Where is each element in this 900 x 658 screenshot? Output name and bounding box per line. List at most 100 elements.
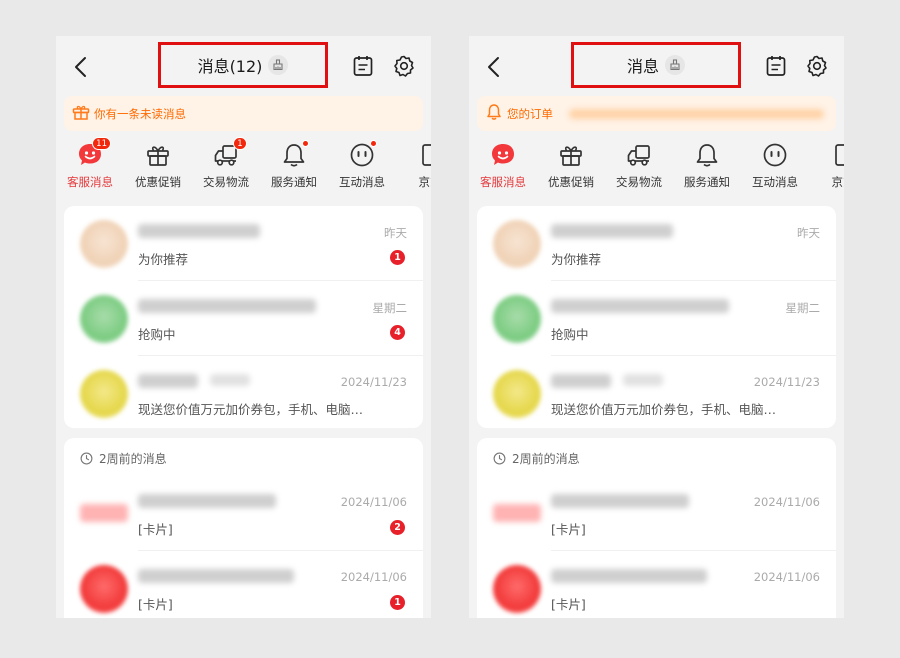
back-arrow-icon[interactable] xyxy=(70,54,92,80)
avatar xyxy=(493,370,541,418)
avatar xyxy=(80,370,128,418)
older-messages-card: 2周前的消息 2024/11/06 [卡片] 2024/11/06 [卡片] xyxy=(477,438,836,618)
avatar xyxy=(493,565,541,613)
message-row[interactable]: 星期二 抢购中 xyxy=(477,281,836,355)
blurred-sender-name xyxy=(138,569,294,583)
avatar xyxy=(80,504,128,522)
gear-icon[interactable] xyxy=(805,54,829,78)
message-row[interactable]: 2024/11/06 [卡片] 1 xyxy=(64,551,423,618)
category-tab[interactable]: 交易物流 xyxy=(605,140,673,196)
unread-count-badge: 1 xyxy=(390,595,405,610)
message-row[interactable]: 星期二抢购中 4 xyxy=(64,281,423,355)
smile-chat-icon: 11 xyxy=(75,137,111,170)
category-tab[interactable]: 服务通知 xyxy=(260,140,328,196)
message-preview: 抢购中 xyxy=(138,327,176,342)
category-tab[interactable]: 互动消息 xyxy=(328,140,396,196)
page-title: 消息(12) xyxy=(197,57,263,76)
message-row[interactable]: 2024/11/23 现送您价值万元加价券包，手机、电脑… xyxy=(477,356,836,430)
message-preview: 为你推荐 xyxy=(551,252,602,267)
message-row[interactable]: 昨天为你推荐 xyxy=(477,206,836,280)
doc-icon xyxy=(415,140,431,170)
message-row[interactable]: 2024/11/06 [卡片] xyxy=(477,551,836,618)
message-time: 昨天 xyxy=(384,226,407,240)
category-tab[interactable]: 11 客服消息 xyxy=(56,137,124,196)
message-row[interactable]: 2024/11/06 [卡片] 2 xyxy=(64,476,423,550)
top-bar: 消息(12) xyxy=(56,36,431,98)
avatar xyxy=(80,220,128,268)
title-highlight-box: 消息 xyxy=(571,42,741,88)
message-time: 昨天 xyxy=(797,226,820,240)
message-preview: 为你推荐 xyxy=(138,252,189,267)
blurred-sender-name xyxy=(138,494,276,508)
category-label: 服务通知 xyxy=(271,175,317,189)
message-preview: [卡片] xyxy=(138,597,173,612)
back-arrow-icon[interactable] xyxy=(483,54,505,80)
avatar xyxy=(80,565,128,613)
blurred-sender-name xyxy=(551,374,611,388)
older-messages-card: 2周前的消息 2024/11/06 [卡片] 2 2024/11/06 [卡片] 1 xyxy=(64,438,423,618)
unread-dot xyxy=(302,140,309,147)
category-tab[interactable]: 京东 xyxy=(809,140,844,196)
category-tab[interactable]: 优惠促销 xyxy=(537,140,605,196)
message-preview: 现送您价值万元加价券包，手机、电脑… xyxy=(138,402,364,417)
blurred-sender-name xyxy=(551,494,689,508)
category-bar: 11 客服消息 优惠促销 1 交易物流 服务通知 互动消息 京东 xyxy=(56,137,431,196)
bell-icon xyxy=(279,140,309,170)
message-row[interactable]: 昨天为你推荐 1 xyxy=(64,206,423,280)
avatar xyxy=(493,504,541,522)
category-tab[interactable]: 服务通知 xyxy=(673,140,741,196)
gift-box-icon xyxy=(556,140,586,170)
avatar xyxy=(493,220,541,268)
unread-dot xyxy=(370,140,377,147)
notice-banner[interactable]: 你有一条未读消息 xyxy=(64,96,423,131)
category-label: 优惠促销 xyxy=(548,175,594,189)
blurred-sender-name xyxy=(138,374,198,388)
message-preview: 现送您价值万元加价券包，手机、电脑… xyxy=(551,402,777,417)
gift-box-icon xyxy=(143,140,173,170)
category-tab[interactable]: 1 交易物流 xyxy=(192,137,260,196)
section-header: 2周前的消息 xyxy=(493,450,580,467)
category-tab[interactable]: 京东 xyxy=(396,140,431,196)
avatar xyxy=(80,295,128,343)
clock-icon xyxy=(493,452,506,465)
blurred-sender-name xyxy=(210,374,250,386)
calendar-icon[interactable] xyxy=(765,54,787,78)
category-tab[interactable]: 互动消息 xyxy=(741,140,809,196)
category-label: 交易物流 xyxy=(616,175,662,189)
notice-banner[interactable]: 您的订单 xyxy=(477,96,836,131)
message-time: 2024/11/23 xyxy=(340,375,407,389)
title-highlight-box: 消息(12) xyxy=(158,42,328,88)
message-time: 星期二 xyxy=(785,301,821,315)
face-icon xyxy=(347,140,377,170)
unread-count-badge: 11 xyxy=(92,137,111,150)
calendar-icon[interactable] xyxy=(352,54,374,78)
recent-messages-card: 昨天为你推荐 1 星期二抢购中 4 2024/11/23 现送您价值万元加价券包，手机、电… xyxy=(64,206,423,428)
category-label: 交易物流 xyxy=(203,175,249,189)
top-bar: 消息 xyxy=(469,36,844,98)
message-time: 星期二 xyxy=(372,301,408,315)
face-icon xyxy=(760,140,790,170)
broom-icon[interactable] xyxy=(665,55,685,75)
truck-icon: 1 xyxy=(211,137,247,170)
blurred-sender-name xyxy=(551,299,729,313)
category-tab[interactable]: 优惠促销 xyxy=(124,140,192,196)
category-label: 互动消息 xyxy=(752,175,798,189)
blurred-sender-name xyxy=(551,569,707,583)
message-time: 2024/11/06 xyxy=(753,570,820,584)
broom-icon[interactable] xyxy=(268,55,289,75)
gear-icon[interactable] xyxy=(392,54,416,78)
page-title: 消息 xyxy=(626,57,659,76)
avatar xyxy=(493,295,541,343)
doc-icon xyxy=(828,140,844,170)
message-time: 2024/11/23 xyxy=(753,375,820,389)
unread-count-badge: 1 xyxy=(390,250,405,265)
category-label: 京东 xyxy=(831,175,845,189)
recent-messages-card: 昨天为你推荐星期二 抢购中 2024/11/23 现送您价值万元加价券包，手机、电脑… xyxy=(477,206,836,428)
blurred-sender-name xyxy=(138,224,260,238)
unread-count-badge: 2 xyxy=(390,520,405,535)
message-row[interactable]: 2024/11/06 [卡片] xyxy=(477,476,836,550)
message-row[interactable]: 2024/11/23 现送您价值万元加价券包，手机、电脑… xyxy=(64,356,423,430)
section-header: 2周前的消息 xyxy=(80,450,167,467)
category-tab[interactable]: 客服消息 xyxy=(469,140,537,196)
unread-count-badge: 4 xyxy=(390,325,405,340)
